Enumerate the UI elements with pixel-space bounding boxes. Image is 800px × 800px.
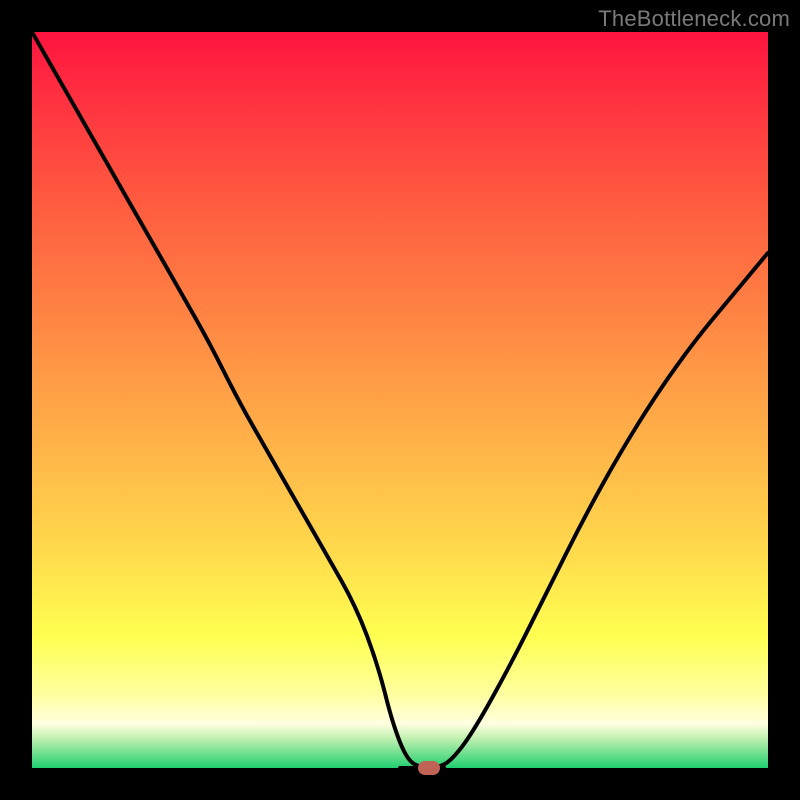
chart-frame: TheBottleneck.com	[0, 0, 800, 800]
bottleneck-curve	[32, 32, 768, 768]
curve-path	[32, 32, 768, 768]
attribution-label: TheBottleneck.com	[598, 6, 790, 32]
bottleneck-marker	[418, 761, 440, 775]
plot-area	[32, 32, 768, 768]
